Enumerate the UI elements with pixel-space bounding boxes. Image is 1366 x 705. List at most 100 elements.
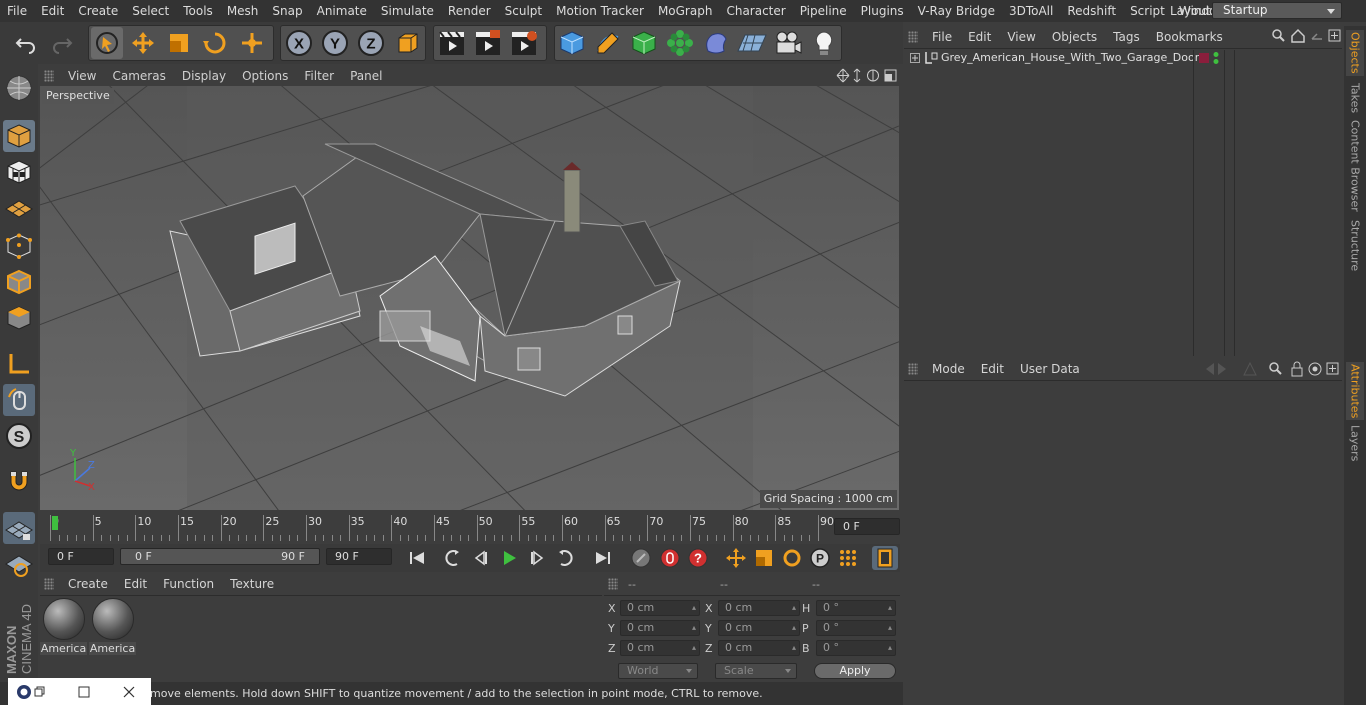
close-icon[interactable] (123, 686, 135, 698)
camera-icon[interactable] (772, 27, 804, 59)
coord-field[interactable]: 0 cm (620, 640, 700, 656)
snap-magnet-icon[interactable] (3, 466, 35, 498)
menu-3dtoall[interactable]: 3DToAll (1002, 0, 1060, 22)
coord-field[interactable]: 0 cm (620, 600, 700, 616)
scale-icon[interactable] (163, 27, 195, 59)
coord-field[interactable]: 0 ° (816, 600, 896, 616)
material-swatch[interactable]: America (88, 598, 137, 656)
apply-button[interactable]: Apply (814, 663, 896, 679)
menu-mograph[interactable]: MoGraph (651, 0, 720, 22)
solo-icon[interactable]: S (3, 420, 35, 452)
menu-script[interactable]: Script (1123, 0, 1172, 22)
object-name[interactable]: Grey_American_House_With_Two_Garage_Door… (941, 51, 1205, 64)
workplane-lock-icon[interactable] (3, 512, 35, 544)
3d-viewport[interactable]: Perspective Grid Spacing : 1000 cm Y Z X (40, 86, 899, 510)
move-icon[interactable] (127, 27, 159, 59)
z-axis-icon[interactable]: Z (355, 27, 387, 59)
coord-field[interactable]: 0 cm (620, 620, 700, 636)
floor-icon[interactable] (736, 27, 768, 59)
go-to-end-icon[interactable] (590, 546, 616, 570)
menu-mesh[interactable]: Mesh (220, 0, 266, 22)
frame-end-field[interactable]: 0 F (834, 518, 900, 535)
timeline-window-icon[interactable] (872, 546, 898, 570)
viewport-menu-cameras[interactable]: Cameras (104, 69, 173, 83)
grip-handle[interactable] (44, 69, 54, 82)
viewport-menu-filter[interactable]: Filter (296, 69, 342, 83)
tweak-mode-icon[interactable] (3, 384, 35, 416)
material-menu-function[interactable]: Function (155, 577, 222, 591)
tab-content-browser[interactable]: Content Browser (1346, 120, 1364, 212)
live-select-icon[interactable] (91, 27, 123, 59)
autokey-icon[interactable]: ? (685, 546, 711, 570)
expand-icon[interactable] (910, 53, 920, 63)
coord-field[interactable]: 0 ° (816, 620, 896, 636)
frame-range-slider[interactable]: 0 F 90 F (120, 548, 320, 565)
world-dropdown[interactable]: World (618, 663, 698, 679)
prev-frame-icon[interactable] (468, 546, 494, 570)
menu-animate[interactable]: Animate (310, 0, 374, 22)
grip-handle[interactable] (908, 31, 918, 43)
locked-workplane-icon[interactable] (3, 548, 35, 580)
render-view-icon[interactable] (436, 27, 468, 59)
coord-field[interactable]: 0 cm (718, 600, 800, 616)
menu-render[interactable]: Render (441, 0, 498, 22)
grip-handle[interactable] (908, 363, 918, 375)
menu-create[interactable]: Create (71, 0, 125, 22)
points-mode-icon[interactable] (3, 230, 35, 262)
viewport-menu-options[interactable]: Options (234, 69, 296, 83)
key-position-icon[interactable] (723, 546, 749, 570)
objects-menu-objects[interactable]: Objects (1044, 30, 1105, 44)
current-frame-field[interactable]: 0 F (48, 548, 114, 565)
material-menu-texture[interactable]: Texture (222, 577, 282, 591)
material-swatch[interactable]: America (39, 598, 88, 656)
material-menu-create[interactable]: Create (60, 577, 116, 591)
motion-record-icon[interactable] (628, 546, 654, 570)
viewport-camera-label[interactable]: Perspective (42, 88, 114, 104)
record-keys-icon[interactable] (657, 546, 683, 570)
workplane-icon[interactable] (3, 192, 35, 224)
coord-field[interactable]: 0 ° (816, 640, 896, 656)
objects-menu-file[interactable]: File (924, 30, 960, 44)
key-parameter-icon[interactable]: P (807, 546, 833, 570)
menu-plugins[interactable]: Plugins (854, 0, 911, 22)
objects-menu-edit[interactable]: Edit (960, 30, 999, 44)
layout-select[interactable]: Startup (1212, 2, 1342, 19)
prev-key-icon[interactable] (440, 546, 466, 570)
next-frame-icon[interactable] (524, 546, 550, 570)
x-axis-icon[interactable]: X (283, 27, 315, 59)
menu-edit[interactable]: Edit (34, 0, 71, 22)
visibility-dots-icon[interactable] (1212, 51, 1220, 65)
objects-menu-tags[interactable]: Tags (1105, 30, 1148, 44)
menu-sculpt[interactable]: Sculpt (498, 0, 549, 22)
pen-spline-icon[interactable] (592, 27, 624, 59)
light-icon[interactable] (808, 27, 840, 59)
coordinate-system-icon[interactable] (392, 27, 424, 59)
timeline-ruler[interactable]: 051015202530354045505560657075808590 0 F (40, 512, 900, 544)
tab-objects[interactable]: Objects (1346, 30, 1364, 76)
cube-icon[interactable] (556, 27, 588, 59)
tab-attributes[interactable]: Attributes (1346, 362, 1364, 420)
objects-menu-view[interactable]: View (999, 30, 1043, 44)
viewport-menu-panel[interactable]: Panel (342, 69, 390, 83)
tab-takes[interactable]: Takes (1346, 80, 1364, 116)
attributes-menu-mode[interactable]: Mode (924, 362, 973, 376)
deformer-icon[interactable] (700, 27, 732, 59)
coord-field[interactable]: 0 cm (718, 640, 800, 656)
y-axis-icon[interactable]: Y (319, 27, 351, 59)
key-rotation-icon[interactable] (779, 546, 805, 570)
menu-motion-tracker[interactable]: Motion Tracker (549, 0, 651, 22)
scale-dropdown[interactable]: Scale (715, 663, 797, 679)
coord-field[interactable]: 0 cm (718, 620, 800, 636)
menu-redshift[interactable]: Redshift (1060, 0, 1123, 22)
tab-structure[interactable]: Structure (1346, 218, 1364, 274)
make-editable-icon[interactable] (3, 72, 35, 104)
transform-icon[interactable] (236, 27, 268, 59)
menu-file[interactable]: File (0, 0, 34, 22)
redo-icon[interactable] (46, 27, 78, 59)
grip-handle[interactable] (44, 578, 54, 590)
menu-snap[interactable]: Snap (265, 0, 309, 22)
render-picture-viewer-icon[interactable] (472, 27, 504, 59)
menu-tools[interactable]: Tools (176, 0, 220, 22)
menu-simulate[interactable]: Simulate (374, 0, 441, 22)
playhead[interactable] (52, 516, 58, 530)
